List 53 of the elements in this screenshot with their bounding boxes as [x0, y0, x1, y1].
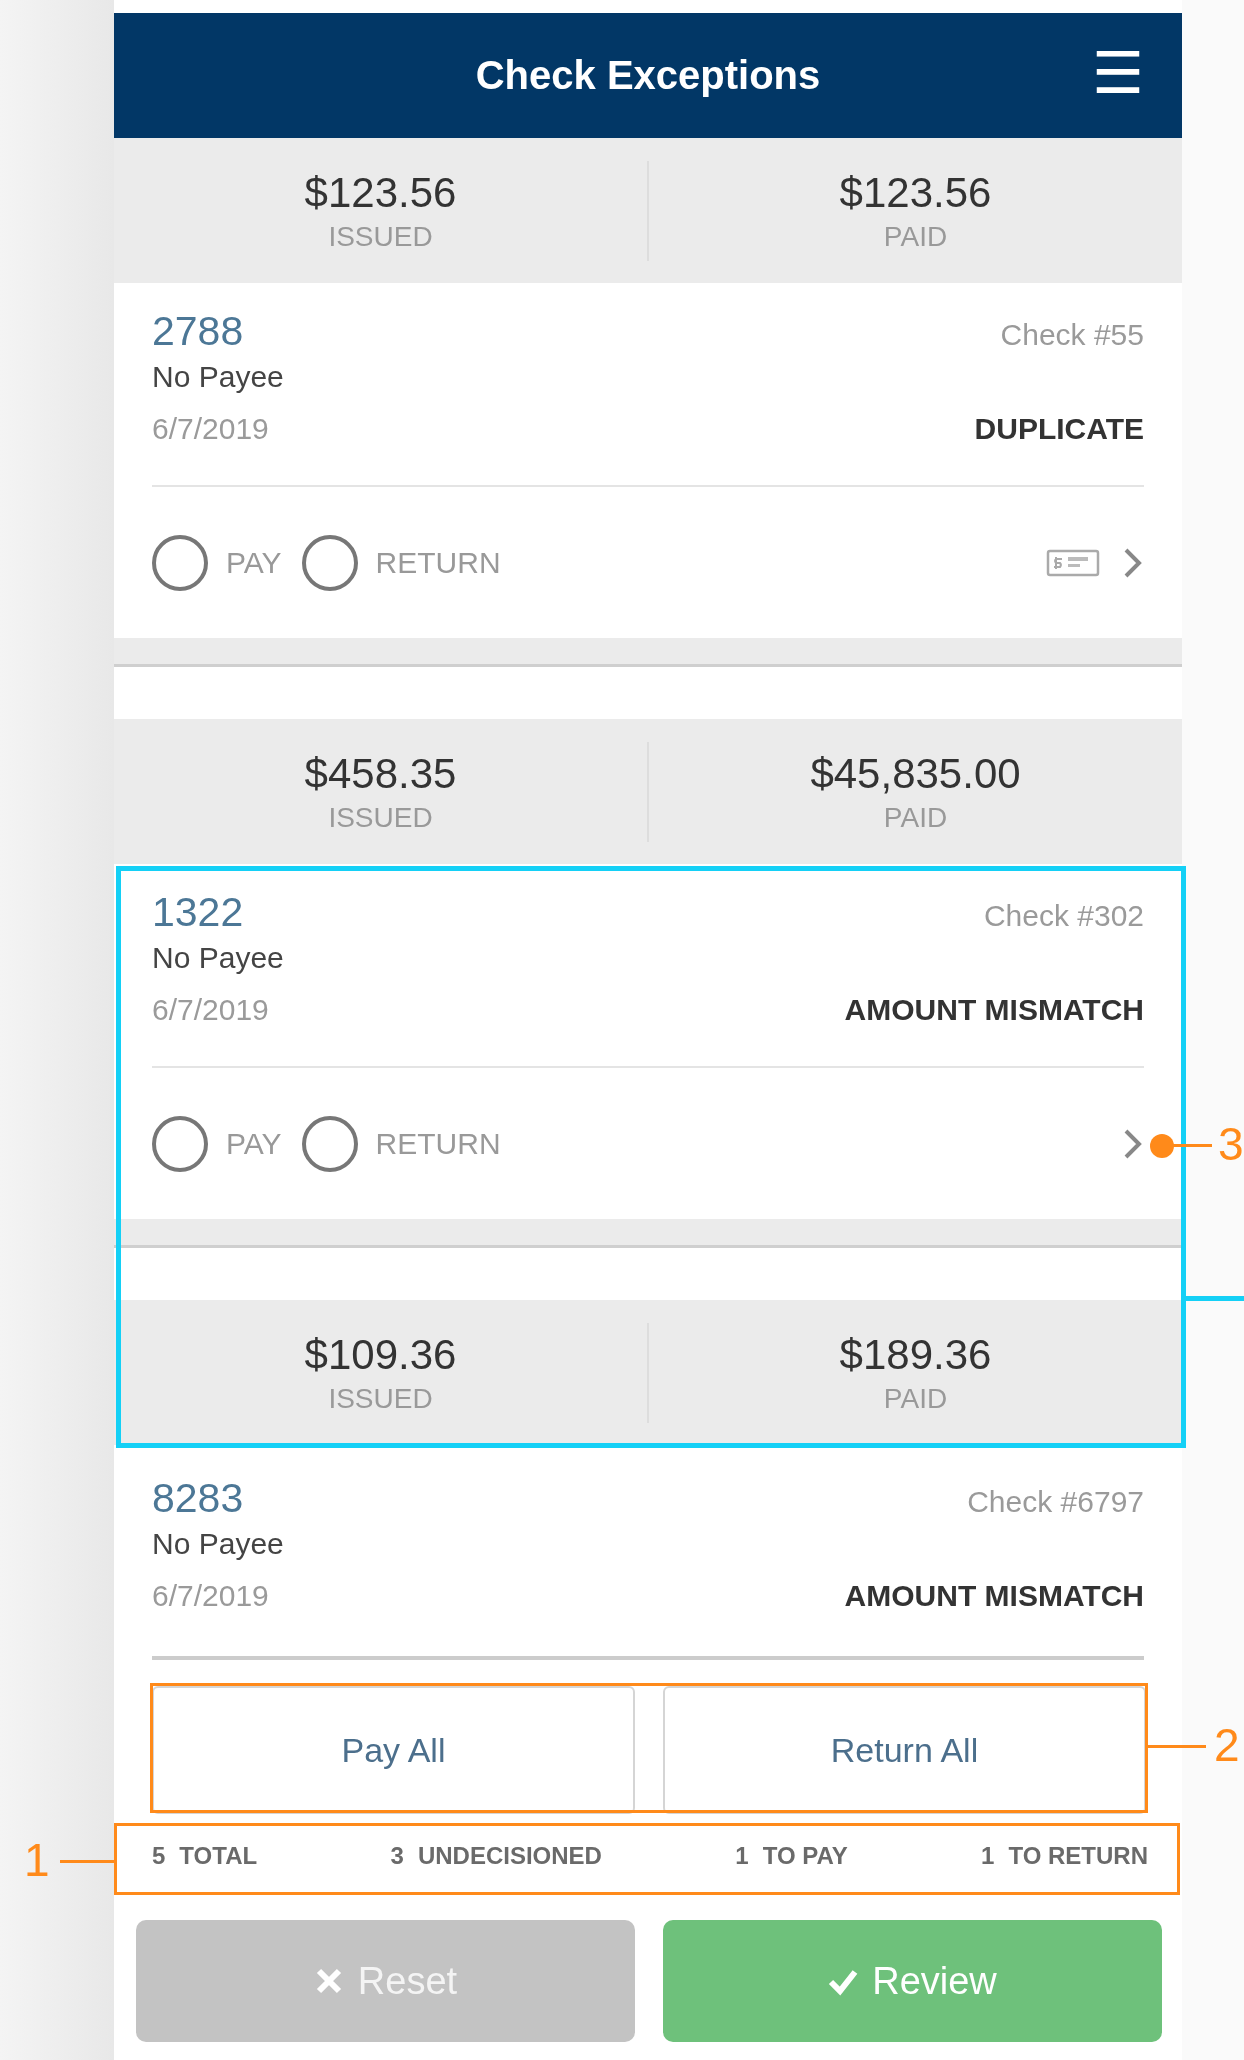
- amount-text: $123.56: [304, 168, 457, 217]
- item-number: 8283: [152, 1474, 244, 1522]
- option-label: PAY: [226, 1126, 282, 1161]
- count-label: TO PAY: [762, 1842, 848, 1870]
- count-number: 5: [152, 1842, 166, 1870]
- amount-text: $45,835.00: [810, 749, 1021, 798]
- callout-line: [60, 1860, 114, 1863]
- screen-title: Check Exceptions: [475, 53, 821, 98]
- item-number: 2788: [152, 308, 244, 355]
- radio-button[interactable]: [152, 1115, 208, 1172]
- amount-label: PAID: [883, 801, 948, 834]
- amount-label: ISSUED: [328, 220, 433, 253]
- check-image-icon: [1046, 547, 1100, 578]
- amount-label: ISSUED: [328, 801, 433, 834]
- payee-name: No Payee: [152, 360, 284, 394]
- date-text: 6/7/2019: [152, 993, 269, 1027]
- count-label: TOTAL: [179, 1842, 258, 1870]
- amount-label: PAID: [883, 1382, 948, 1415]
- check-number: Check #6797: [967, 1484, 1144, 1519]
- amount-text: $189.36: [839, 1330, 992, 1379]
- radio-button[interactable]: [301, 1115, 358, 1172]
- bulk-action-button[interactable]: Pay All: [152, 1686, 635, 1814]
- item-number: 1322: [152, 889, 244, 936]
- callout-line: [1148, 1745, 1206, 1748]
- payee-name: No Payee: [152, 1526, 284, 1561]
- date-text: 6/7/2019: [152, 1578, 269, 1613]
- count-number: 3: [390, 1842, 404, 1870]
- callout-number: 2: [1214, 1719, 1240, 1771]
- count-label: TO RETURN: [1008, 1842, 1148, 1870]
- count-number: 1: [981, 1842, 995, 1870]
- count-number: 1: [735, 1842, 749, 1870]
- date-text: 6/7/2019: [152, 412, 269, 446]
- option-label: RETURN: [375, 1126, 501, 1161]
- option-label: RETURN: [375, 545, 501, 580]
- payee-name: No Payee: [152, 941, 284, 975]
- exception-type: AMOUNT MISMATCH: [844, 1578, 1144, 1613]
- amount-text: $458.35: [304, 749, 457, 798]
- check-number: Check #302: [983, 899, 1144, 933]
- exception-type: AMOUNT MISMATCH: [844, 993, 1144, 1027]
- option-label: PAY: [226, 545, 282, 580]
- callout-number: 1: [24, 1834, 50, 1886]
- amount-text: $109.36: [304, 1330, 457, 1379]
- menu-button[interactable]: ☰: [1092, 41, 1144, 105]
- amount-text: $123.56: [839, 168, 992, 217]
- radio-button[interactable]: [152, 534, 208, 591]
- amount-label: PAID: [883, 220, 948, 253]
- radio-button[interactable]: [301, 534, 358, 591]
- check-number: Check #55: [1000, 318, 1144, 352]
- count-label: UNDECISIONED: [417, 1842, 602, 1870]
- callout-number: 3: [1218, 1118, 1244, 1170]
- exception-type: DUPLICATE: [974, 412, 1144, 446]
- bulk-action-button[interactable]: Return All: [663, 1686, 1146, 1814]
- amount-label: ISSUED: [328, 1382, 433, 1415]
